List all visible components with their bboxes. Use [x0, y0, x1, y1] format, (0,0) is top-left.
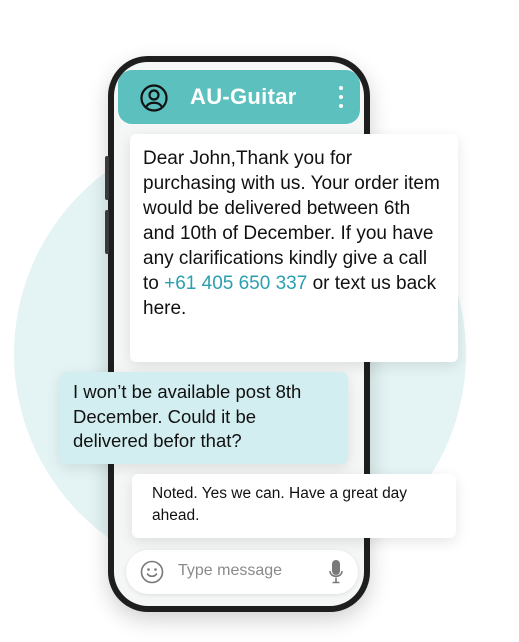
volume-up-button — [105, 156, 109, 200]
smile-icon[interactable] — [140, 560, 164, 584]
kebab-menu-icon[interactable] — [338, 86, 344, 110]
incoming-message-bubble: Dear John,Thank you for purchasing with … — [130, 134, 458, 362]
message-text: I won’t be available post 8th December. … — [73, 381, 302, 451]
chat-title: AU-Guitar — [190, 84, 297, 109]
phone-number-link[interactable]: +61 405 650 337 — [164, 273, 307, 294]
message-composer: Type message — [126, 550, 358, 594]
message-input[interactable]: Type message — [178, 562, 282, 580]
message-text: Noted. Yes we can. Have a great day ahea… — [152, 485, 408, 524]
outgoing-message-bubble: I won’t be available post 8th December. … — [60, 372, 348, 464]
volume-down-button — [105, 210, 109, 254]
chat-header: AU-Guitar — [118, 70, 360, 124]
incoming-message-bubble: Noted. Yes we can. Have a great day ahea… — [132, 474, 456, 538]
user-circle-icon[interactable] — [140, 84, 168, 112]
microphone-icon[interactable] — [328, 559, 344, 585]
